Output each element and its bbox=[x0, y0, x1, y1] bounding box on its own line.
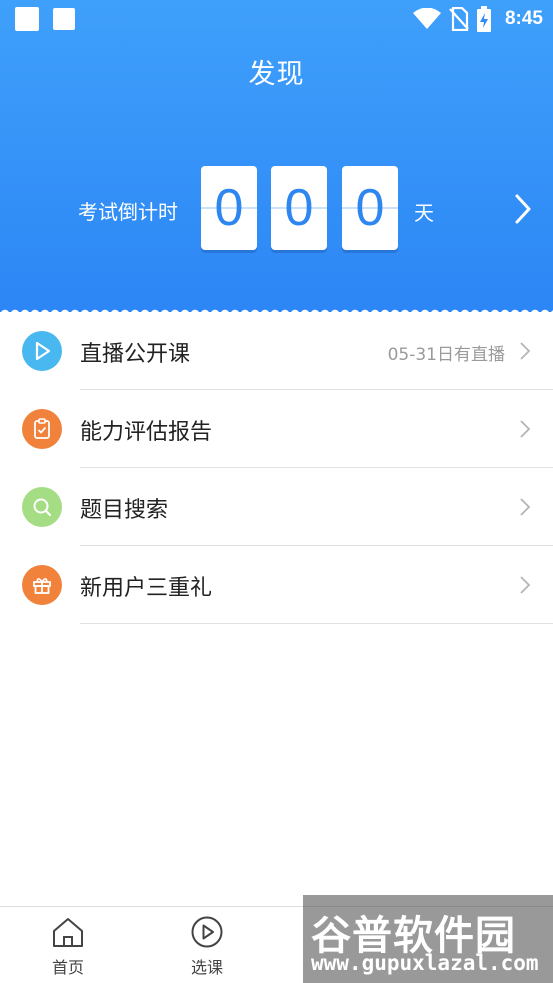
no-sim-icon bbox=[449, 7, 469, 31]
countdown-label: 考试倒计时 bbox=[78, 200, 178, 224]
watermark: 谷普软件园 www.gupuxlazal.com bbox=[303, 895, 553, 983]
list-item-label: 新用户三重礼 bbox=[80, 576, 213, 601]
clipboard-check-icon bbox=[22, 409, 62, 449]
status-time: 8:45 bbox=[504, 8, 543, 29]
discover-header: 8:45 发现 考试倒计时 0 0 0 天 bbox=[0, 0, 553, 312]
list-item-label: 直播公开课 bbox=[80, 342, 191, 367]
gift-icon bbox=[22, 565, 62, 605]
wifi-icon bbox=[412, 8, 441, 29]
chevron-right-icon bbox=[520, 420, 531, 438]
digit-divider bbox=[271, 207, 327, 209]
list-item-ability-report[interactable]: 能力评估报告 bbox=[0, 390, 553, 468]
scalloped-edge bbox=[0, 304, 553, 312]
status-bar: 8:45 bbox=[0, 0, 553, 38]
notification-square-icon bbox=[53, 8, 75, 30]
chevron-right-icon[interactable] bbox=[509, 192, 535, 226]
list-item-live-course[interactable]: 直播公开课 05-31日有直播 bbox=[0, 312, 553, 390]
list-item-label: 题目搜索 bbox=[80, 498, 169, 523]
page-title: 发现 bbox=[248, 59, 305, 90]
nav-label: 选课 bbox=[190, 958, 223, 977]
divider bbox=[80, 623, 553, 624]
list-item-new-user-gift[interactable]: 新用户三重礼 bbox=[0, 546, 553, 624]
play-icon bbox=[22, 331, 62, 371]
nav-courses[interactable]: 选课 bbox=[167, 915, 247, 978]
play-circle-icon bbox=[191, 916, 223, 948]
countdown-unit: 天 bbox=[414, 201, 434, 225]
live-schedule-note: 05-31日有直播 bbox=[387, 345, 505, 365]
list-item-question-search[interactable]: 题目搜索 bbox=[0, 468, 553, 546]
search-icon bbox=[22, 487, 62, 527]
digit-divider bbox=[201, 207, 257, 209]
list-item-label: 能力评估报告 bbox=[80, 420, 213, 445]
nav-label: 首页 bbox=[51, 958, 84, 977]
digit-divider bbox=[342, 207, 398, 209]
discover-list: 直播公开课 05-31日有直播 能力评估报告 题目搜索 新用户三重礼 bbox=[0, 312, 553, 624]
chevron-right-icon bbox=[520, 498, 531, 516]
watermark-url: www.gupuxlazal.com bbox=[311, 951, 539, 975]
notification-square-icon bbox=[15, 7, 39, 31]
chevron-right-icon bbox=[520, 576, 531, 594]
nav-home[interactable]: 首页 bbox=[28, 915, 108, 978]
battery-charging-icon bbox=[476, 6, 491, 32]
chevron-right-icon bbox=[520, 342, 531, 360]
home-icon bbox=[53, 918, 83, 947]
